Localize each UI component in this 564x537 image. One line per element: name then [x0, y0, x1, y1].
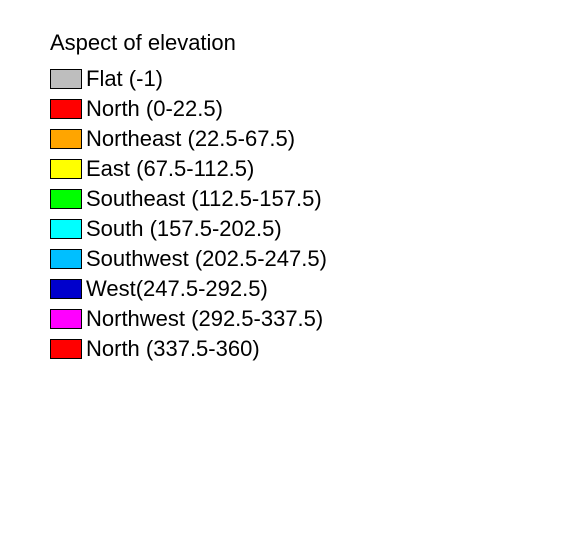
legend-label: Northwest (292.5-337.5): [86, 308, 323, 330]
color-swatch: [50, 309, 82, 329]
legend-label: Southeast (112.5-157.5): [86, 188, 322, 210]
legend-label: East (67.5-112.5): [86, 158, 254, 180]
legend-item: Northeast (22.5-67.5): [50, 128, 514, 150]
legend-item: Flat (-1): [50, 68, 514, 90]
legend-item: North (0-22.5): [50, 98, 514, 120]
color-swatch: [50, 159, 82, 179]
legend-item: South (157.5-202.5): [50, 218, 514, 240]
color-swatch: [50, 339, 82, 359]
legend-panel: Aspect of elevation Flat (-1) North (0-2…: [50, 30, 514, 360]
color-swatch: [50, 279, 82, 299]
legend-label: Northeast (22.5-67.5): [86, 128, 295, 150]
legend-item: West(247.5-292.5): [50, 278, 514, 300]
legend-label: West(247.5-292.5): [86, 278, 268, 300]
legend-label: North (0-22.5): [86, 98, 223, 120]
color-swatch: [50, 69, 82, 89]
legend-label: North (337.5-360): [86, 338, 260, 360]
color-swatch: [50, 129, 82, 149]
legend-label: Southwest (202.5-247.5): [86, 248, 327, 270]
color-swatch: [50, 249, 82, 269]
legend-item: East (67.5-112.5): [50, 158, 514, 180]
legend-title: Aspect of elevation: [50, 30, 514, 56]
legend-item: North (337.5-360): [50, 338, 514, 360]
legend-label: South (157.5-202.5): [86, 218, 282, 240]
color-swatch: [50, 99, 82, 119]
legend-label: Flat (-1): [86, 68, 163, 90]
legend-item: Northwest (292.5-337.5): [50, 308, 514, 330]
color-swatch: [50, 219, 82, 239]
legend-item: Southeast (112.5-157.5): [50, 188, 514, 210]
color-swatch: [50, 189, 82, 209]
legend-item: Southwest (202.5-247.5): [50, 248, 514, 270]
